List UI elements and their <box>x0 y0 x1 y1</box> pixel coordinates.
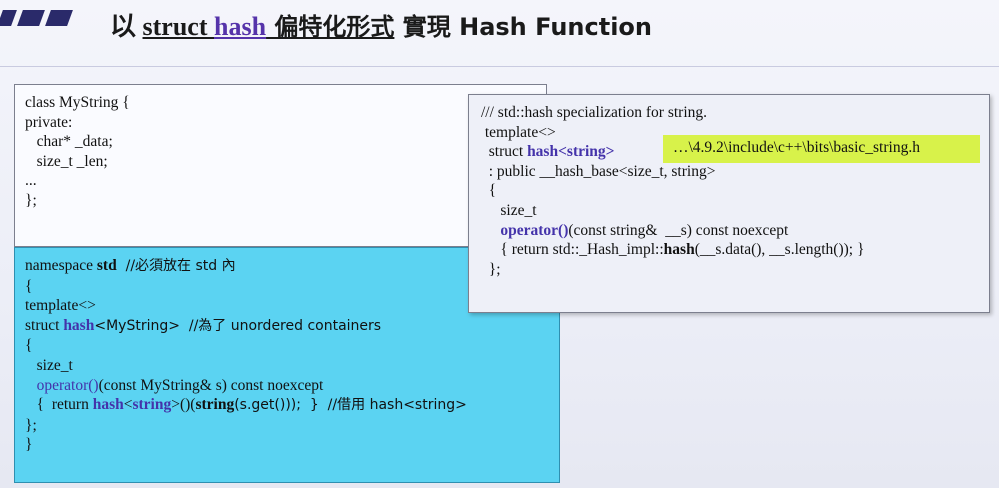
libstdcxx-hash-string-box: /// std::hash specialization for string.… <box>468 94 990 313</box>
code-line: size_t <box>25 356 73 374</box>
code-line: class MyString { <box>25 94 130 111</box>
code-line: size_t <box>481 201 537 219</box>
code-line: char* _data; <box>25 133 113 151</box>
source-file-path-highlight: …\4.9.2\include\c++\bits\basic_string.h <box>663 135 980 163</box>
code-line: operator()(const string& __s) const noex… <box>481 221 789 239</box>
code-comment: /// std::hash specialization for string. <box>481 104 707 121</box>
slide-title: 以 struct hash 偏特化形式 實現 Hash Function <box>110 12 652 41</box>
code-line: }; <box>481 260 501 278</box>
code-line: { <box>481 182 497 200</box>
title-decoration <box>0 10 73 26</box>
title-divider <box>0 66 999 67</box>
code-line: }; <box>25 191 37 209</box>
code-line: { <box>25 337 33 355</box>
code-line: } <box>25 436 33 454</box>
code-line: operator()(const MyString& s) const noex… <box>25 376 324 394</box>
code-line: { return hash<string>()(string(s.get()))… <box>25 396 467 414</box>
code-line: }; <box>25 416 37 434</box>
code-line: { return std::_Hash_impl::hash(__s.data(… <box>481 241 865 259</box>
code-line: private: <box>25 113 73 131</box>
code-line: struct hash<MyString> //為了 unordered con… <box>25 316 382 334</box>
code-line: ... <box>25 172 37 190</box>
code-line: : public __hash_base<size_t, string> <box>481 162 716 180</box>
code-line: size_t _len; <box>25 152 108 170</box>
